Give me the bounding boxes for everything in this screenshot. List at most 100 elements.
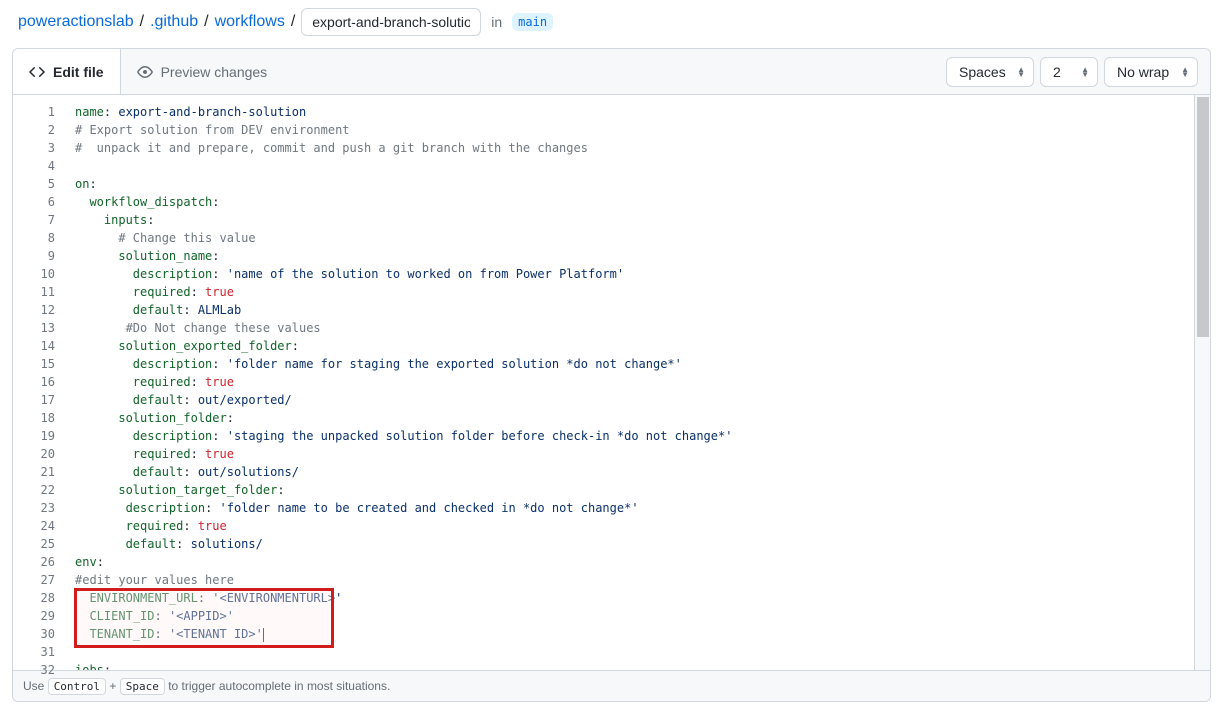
line-number: 30 xyxy=(13,625,55,643)
breadcrumb-separator: / xyxy=(138,13,146,31)
wrap-mode-label: No wrap xyxy=(1117,64,1169,80)
line-number: 10 xyxy=(13,265,55,283)
breadcrumb-separator: / xyxy=(289,13,297,31)
eye-icon xyxy=(137,64,153,80)
line-number: 31 xyxy=(13,643,55,661)
code-line[interactable]: default: out/solutions/ xyxy=(65,463,1210,481)
tab-preview-label: Preview changes xyxy=(161,64,268,80)
code-line[interactable]: name: export-and-branch-solution xyxy=(65,103,1210,121)
code-line[interactable]: workflow_dispatch: xyxy=(65,193,1210,211)
code-line[interactable]: #Do Not change these values xyxy=(65,319,1210,337)
line-number: 23 xyxy=(13,499,55,517)
breadcrumb-separator: / xyxy=(202,13,210,31)
line-number: 27 xyxy=(13,571,55,589)
kbd-space: Space xyxy=(120,678,165,695)
line-number: 22 xyxy=(13,481,55,499)
kbd-control: Control xyxy=(48,678,106,695)
breadcrumb-github[interactable]: .github xyxy=(150,13,198,31)
code-line[interactable]: # Export solution from DEV environment xyxy=(65,121,1210,139)
updown-icon: ▲▼ xyxy=(1017,67,1025,77)
code-line[interactable]: ENVIRONMENT_URL: '<ENVIRONMENTURL>' xyxy=(65,589,1210,607)
updown-icon: ▲▼ xyxy=(1181,67,1189,77)
code-line[interactable] xyxy=(65,157,1210,175)
code-line[interactable]: description: 'staging the unpacked solut… xyxy=(65,427,1210,445)
line-gutter: 1234567891011121314151617181920212223242… xyxy=(13,95,65,670)
code-line[interactable]: default: out/exported/ xyxy=(65,391,1210,409)
code-line[interactable]: required: true xyxy=(65,517,1210,535)
line-number: 15 xyxy=(13,355,55,373)
line-number: 32 xyxy=(13,661,55,679)
code-line[interactable]: default: ALMLab xyxy=(65,301,1210,319)
line-number: 16 xyxy=(13,373,55,391)
line-number: 9 xyxy=(13,247,55,265)
code-line[interactable]: iobs: xyxy=(65,661,1210,670)
code-line[interactable]: solution_target_folder: xyxy=(65,481,1210,499)
code-line[interactable]: description: 'folder name for staging th… xyxy=(65,355,1210,373)
code-line[interactable]: description: 'name of the solution to wo… xyxy=(65,265,1210,283)
line-number: 19 xyxy=(13,427,55,445)
line-number: 28 xyxy=(13,589,55,607)
editor-controls: Spaces ▲▼ 2 ▲▼ No wrap ▲▼ xyxy=(946,57,1210,87)
line-number: 5 xyxy=(13,175,55,193)
footer-plus: + xyxy=(106,679,120,693)
code-line[interactable]: TENANT_ID: '<TENANT ID>' xyxy=(65,625,1210,643)
footer-rest: to trigger autocomplete in most situatio… xyxy=(165,679,390,693)
vertical-scrollbar[interactable]: ▲ xyxy=(1194,95,1210,670)
code-line[interactable]: env: xyxy=(65,553,1210,571)
code-line[interactable]: solution_folder: xyxy=(65,409,1210,427)
code-line[interactable]: #edit your values here xyxy=(65,571,1210,589)
tab-preview-changes[interactable]: Preview changes xyxy=(121,49,284,94)
editor-body[interactable]: 1234567891011121314151617181920212223242… xyxy=(13,95,1210,670)
line-number: 6 xyxy=(13,193,55,211)
in-label: in xyxy=(491,14,502,30)
line-number: 21 xyxy=(13,463,55,481)
code-line[interactable]: default: solutions/ xyxy=(65,535,1210,553)
breadcrumb-repo[interactable]: poweractionslab xyxy=(18,13,134,31)
indent-size-label: 2 xyxy=(1053,64,1061,80)
code-line[interactable]: required: true xyxy=(65,283,1210,301)
code-line[interactable]: # Change this value xyxy=(65,229,1210,247)
line-number: 4 xyxy=(13,157,55,175)
tab-edit-label: Edit file xyxy=(53,64,104,80)
editor-tabs: Edit file Preview changes Spaces ▲▼ 2 ▲▼… xyxy=(13,49,1210,95)
code-line[interactable]: solution_name: xyxy=(65,247,1210,265)
branch-badge[interactable]: main xyxy=(512,13,553,31)
line-number: 7 xyxy=(13,211,55,229)
line-number: 25 xyxy=(13,535,55,553)
filename-input[interactable] xyxy=(301,8,481,36)
breadcrumb: poweractionslab / .github / workflows / … xyxy=(0,0,1223,44)
line-number: 18 xyxy=(13,409,55,427)
code-area[interactable]: name: export-and-branch-solution# Export… xyxy=(65,95,1210,670)
editor-container: Edit file Preview changes Spaces ▲▼ 2 ▲▼… xyxy=(12,48,1211,702)
scroll-thumb[interactable] xyxy=(1197,97,1209,337)
code-line[interactable]: required: true xyxy=(65,445,1210,463)
text-cursor xyxy=(263,628,264,642)
line-number: 17 xyxy=(13,391,55,409)
tab-edit-file[interactable]: Edit file xyxy=(13,49,121,94)
line-number: 1 xyxy=(13,103,55,121)
indent-mode-label: Spaces xyxy=(959,64,1006,80)
line-number: 24 xyxy=(13,517,55,535)
code-line[interactable]: CLIENT_ID: '<APPID>' xyxy=(65,607,1210,625)
code-line[interactable]: on: xyxy=(65,175,1210,193)
code-line[interactable]: required: true xyxy=(65,373,1210,391)
code-line[interactable]: inputs: xyxy=(65,211,1210,229)
breadcrumb-workflows[interactable]: workflows xyxy=(215,13,285,31)
code-line[interactable] xyxy=(65,643,1210,661)
indent-mode-select[interactable]: Spaces ▲▼ xyxy=(946,57,1034,87)
line-number: 14 xyxy=(13,337,55,355)
indent-size-select[interactable]: 2 ▲▼ xyxy=(1040,57,1098,87)
line-number: 13 xyxy=(13,319,55,337)
footer-use: Use xyxy=(23,679,48,693)
line-number: 11 xyxy=(13,283,55,301)
code-line[interactable]: solution_exported_folder: xyxy=(65,337,1210,355)
line-number: 12 xyxy=(13,301,55,319)
wrap-mode-select[interactable]: No wrap ▲▼ xyxy=(1104,57,1198,87)
code-line[interactable]: # unpack it and prepare, commit and push… xyxy=(65,139,1210,157)
line-number: 26 xyxy=(13,553,55,571)
line-number: 29 xyxy=(13,607,55,625)
code-line[interactable]: description: 'folder name to be created … xyxy=(65,499,1210,517)
editor-footer: Use Control + Space to trigger autocompl… xyxy=(13,670,1210,701)
code-icon xyxy=(29,64,45,80)
updown-icon: ▲▼ xyxy=(1081,67,1089,77)
